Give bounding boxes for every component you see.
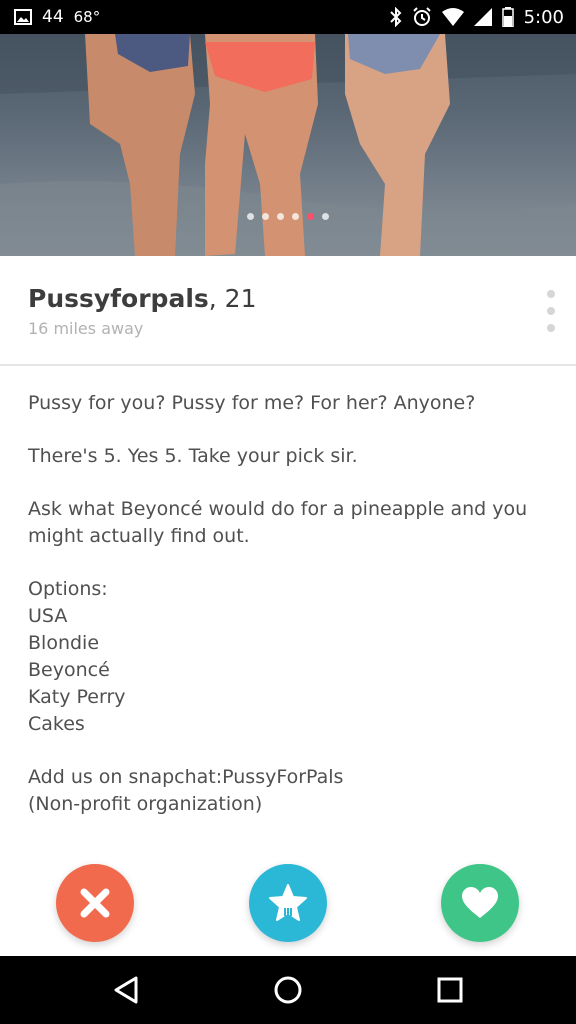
wifi-icon <box>441 8 464 26</box>
photo-dot-active[interactable] <box>307 213 314 220</box>
back-triangle-icon <box>112 975 140 1005</box>
divider <box>0 364 576 366</box>
notification-count: 44 <box>42 7 64 27</box>
profile-name-line: Pussyforpals, 21 <box>28 284 257 313</box>
more-dot-icon <box>547 324 555 332</box>
bio-option: Cakes <box>28 713 85 735</box>
nope-button[interactable] <box>56 864 134 942</box>
bio-option: Katy Perry <box>28 686 126 708</box>
back-button[interactable] <box>106 970 146 1010</box>
image-icon <box>14 9 32 25</box>
profile-header: Pussyforpals, 21 16 miles away <box>0 256 576 364</box>
bluetooth-icon <box>389 7 402 27</box>
photo-dot[interactable] <box>322 213 329 220</box>
clock: 5:00 <box>523 6 564 28</box>
battery-icon <box>501 7 514 27</box>
more-dot-icon <box>547 290 555 298</box>
photo-pager[interactable] <box>0 213 576 220</box>
super-like-button[interactable] <box>249 864 327 942</box>
profile-name: Pussyforpals <box>28 284 209 313</box>
star-icon <box>267 882 309 924</box>
bio-option: USA <box>28 605 68 627</box>
alarm-icon <box>412 7 432 27</box>
bio-option: Blondie <box>28 632 100 654</box>
bio-options-title: Options: <box>28 578 108 600</box>
photo-illustration <box>0 34 576 256</box>
recent-apps-button[interactable] <box>430 970 470 1010</box>
signal-icon <box>473 8 492 26</box>
profile-distance: 16 miles away <box>28 319 144 338</box>
bio-line: Ask what Beyoncé would do for a pineappl… <box>28 498 528 547</box>
like-button[interactable] <box>441 864 519 942</box>
close-icon <box>78 886 112 920</box>
photo-dot[interactable] <box>277 213 284 220</box>
profile-age: , 21 <box>208 284 257 313</box>
status-bar: 44 68° 5:00 <box>0 0 576 34</box>
profile-bio: Pussy for you? Pussy for me? For her? An… <box>28 390 558 818</box>
recent-square-icon <box>437 977 463 1003</box>
photo-dot[interactable] <box>247 213 254 220</box>
home-button[interactable] <box>268 970 308 1010</box>
android-nav-bar <box>0 956 576 1024</box>
photo-dot[interactable] <box>262 213 269 220</box>
home-circle-icon <box>273 975 303 1005</box>
bio-option: Beyoncé <box>28 659 110 681</box>
bio-line: Pussy for you? Pussy for me? For her? An… <box>28 392 476 414</box>
bio-line: (Non-profit organization) <box>28 793 263 815</box>
photo-dot[interactable] <box>292 213 299 220</box>
temperature: 68° <box>73 8 101 26</box>
bio-line: Add us on snapchat:PussyForPals <box>28 766 344 788</box>
more-dot-icon <box>547 307 555 315</box>
bio-line: There's 5. Yes 5. Take your pick sir. <box>28 445 358 467</box>
heart-icon <box>461 886 499 920</box>
more-options-button[interactable] <box>538 290 564 332</box>
profile-photo[interactable] <box>0 34 576 256</box>
